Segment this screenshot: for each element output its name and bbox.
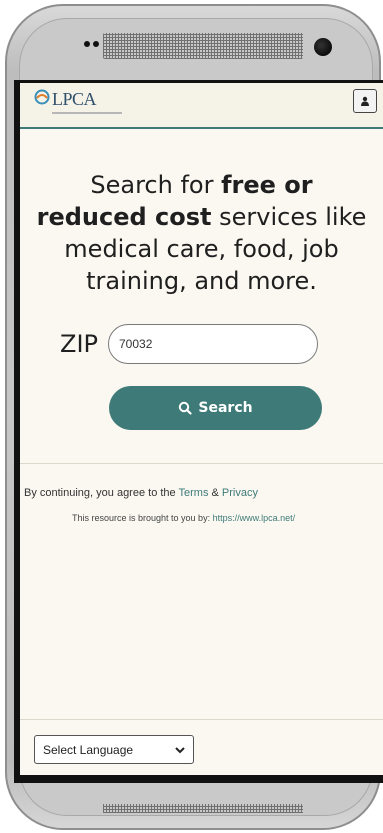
lpca-website-link[interactable]: https://www.lpca.net/: [213, 513, 296, 523]
language-select-value: Select Language: [43, 742, 134, 757]
search-button-label: Search: [198, 400, 253, 416]
user-account-button[interactable]: [353, 89, 377, 113]
resource-credit: This resource is brought to you by: http…: [72, 513, 295, 523]
hero-text-start: Search for: [90, 171, 222, 199]
search-icon: [179, 401, 192, 415]
footer-divider: [20, 719, 383, 720]
logo-text: LPCA: [52, 89, 97, 109]
app-screen: LPCA Search for free or reduced cost ser…: [20, 83, 383, 775]
zip-label: ZIP: [60, 330, 98, 358]
agreement-amp: &: [208, 487, 222, 499]
sensor-dots: [84, 41, 99, 47]
agreement-text: By continuing, you agree to the Terms & …: [24, 487, 258, 499]
earpiece-speaker: [103, 33, 303, 59]
front-camera: [314, 38, 332, 56]
search-button[interactable]: Search: [109, 386, 322, 430]
bottom-speaker: [103, 804, 303, 813]
logo-swirl-icon: [34, 89, 50, 105]
agreement-prefix: By continuing, you agree to the: [24, 487, 179, 499]
zip-input[interactable]: [108, 324, 318, 364]
lpca-logo[interactable]: LPCA: [34, 89, 122, 114]
privacy-link[interactable]: Privacy: [222, 487, 258, 499]
hero-heading: Search for free or reduced cost services…: [20, 169, 383, 297]
chevron-down-icon: [175, 746, 185, 753]
credit-prefix: This resource is brought to you by:: [72, 513, 213, 523]
zip-row: ZIP: [60, 324, 318, 364]
language-select[interactable]: Select Language: [34, 735, 194, 764]
logo-tagline: [52, 112, 122, 114]
section-divider: [20, 463, 383, 464]
terms-link[interactable]: Terms: [179, 487, 209, 499]
user-icon: [361, 96, 369, 106]
top-bar: LPCA: [20, 83, 383, 129]
